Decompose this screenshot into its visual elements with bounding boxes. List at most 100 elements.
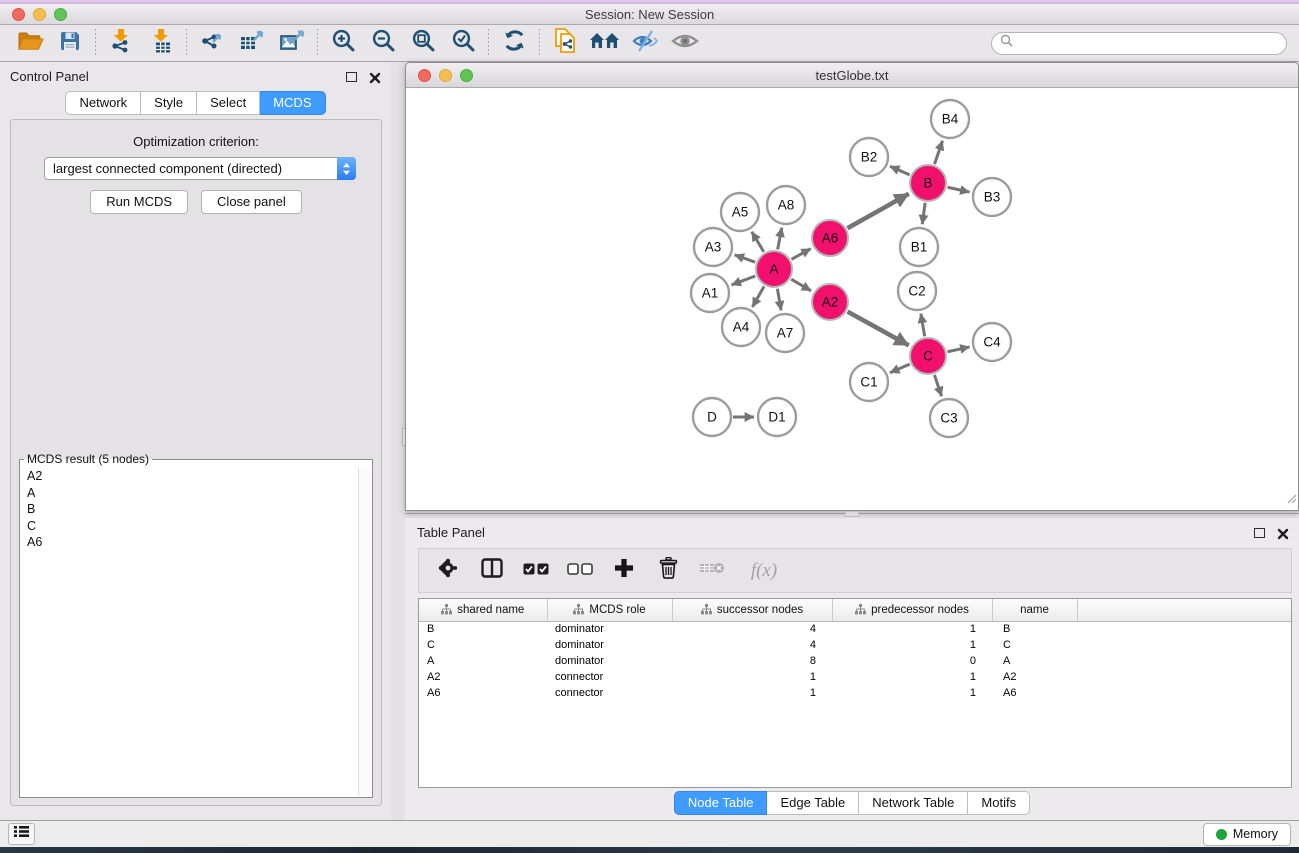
network-canvas[interactable]: B4B2BB3A5A8A6B1A3AA1C2A2A4A7C4CC1C3DD1 xyxy=(406,88,1298,510)
graph-edge-C-C1[interactable] xyxy=(890,364,910,373)
table-cell[interactable]: 1 xyxy=(832,621,992,637)
tab-network-table[interactable]: Network Table xyxy=(859,791,968,815)
import-table-button[interactable] xyxy=(141,28,181,59)
column-header[interactable]: name xyxy=(992,599,1077,621)
graph-node-C4[interactable]: C4 xyxy=(973,323,1011,361)
export-table-button[interactable] xyxy=(232,28,272,59)
graph-edge-A-A1[interactable] xyxy=(732,276,756,285)
toggle-column-button[interactable] xyxy=(477,556,507,586)
add-column-button[interactable] xyxy=(609,556,639,586)
graph-node-A8[interactable]: A8 xyxy=(767,186,805,224)
graph-edge-B-B2[interactable] xyxy=(890,166,910,175)
zoom-selected-button[interactable] xyxy=(443,28,483,59)
tab-select[interactable]: Select xyxy=(197,91,260,115)
graph-edge-A2-C[interactable] xyxy=(848,312,909,346)
network-graph[interactable]: B4B2BB3A5A8A6B1A3AA1C2A2A4A7C4CC1C3DD1 xyxy=(406,88,1298,510)
clone-network-button[interactable] xyxy=(545,28,585,59)
graph-edge-A-A3[interactable] xyxy=(735,255,756,262)
graph-edge-C-C3[interactable] xyxy=(934,375,941,396)
graph-edge-A-A6[interactable] xyxy=(791,249,810,260)
run-mcds-button[interactable]: Run MCDS xyxy=(90,190,188,214)
table-row[interactable]: A6connector11A6 xyxy=(419,685,1291,701)
table-cell[interactable]: B xyxy=(419,621,547,637)
graph-edge-C-C2[interactable] xyxy=(921,314,925,337)
graph-node-D1[interactable]: D1 xyxy=(758,398,796,436)
save-session-button[interactable] xyxy=(50,28,90,59)
graph-node-A4[interactable]: A4 xyxy=(722,308,760,346)
table-cell[interactable]: dominator xyxy=(547,653,672,669)
graph-node-C2[interactable]: C2 xyxy=(898,272,936,310)
column-header[interactable]: predecessor nodes xyxy=(832,599,992,621)
graph-edge-A-A8[interactable] xyxy=(778,228,782,250)
graph-edge-C-C4[interactable] xyxy=(948,347,970,352)
float-panel-icon[interactable] xyxy=(1254,528,1265,538)
deselect-all-button[interactable] xyxy=(565,556,595,586)
table-row[interactable]: Cdominator41C xyxy=(419,637,1291,653)
zoom-out-button[interactable] xyxy=(363,28,403,59)
table-row[interactable]: A2connector11A2 xyxy=(419,669,1291,685)
import-network-button[interactable] xyxy=(101,28,141,59)
function-builder-button[interactable]: f(x) xyxy=(741,556,787,586)
tab-edge-table[interactable]: Edge Table xyxy=(767,791,859,815)
graph-node-A[interactable]: A xyxy=(756,251,792,287)
table-cell[interactable]: A2 xyxy=(992,669,1077,685)
graph-node-D[interactable]: D xyxy=(693,398,731,436)
table-cell[interactable]: 4 xyxy=(672,637,832,653)
optimization-criterion-select[interactable]: largest connected component (directed) xyxy=(44,157,356,180)
graph-edge-B-B4[interactable] xyxy=(935,141,943,164)
graph-node-C[interactable]: C xyxy=(910,338,946,374)
horizontal-splitter[interactable] xyxy=(405,511,1299,518)
tab-mcds[interactable]: MCDS xyxy=(260,91,325,115)
table-settings-button[interactable] xyxy=(433,556,463,586)
table-cell[interactable]: B xyxy=(992,621,1077,637)
close-panel-icon[interactable] xyxy=(1277,527,1289,539)
window-resize-grip[interactable] xyxy=(1285,491,1297,509)
table-cell[interactable]: dominator xyxy=(547,637,672,653)
task-history-button[interactable] xyxy=(8,823,35,845)
mcds-result-item[interactable]: A xyxy=(21,485,357,502)
tab-style[interactable]: Style xyxy=(141,91,197,115)
mcds-result-item[interactable]: A6 xyxy=(21,534,357,551)
delete-column-button[interactable] xyxy=(653,556,683,586)
splitter-grip[interactable] xyxy=(845,511,859,517)
zoom-fit-button[interactable] xyxy=(403,28,443,59)
close-panel-button[interactable]: Close panel xyxy=(201,190,302,214)
select-all-button[interactable] xyxy=(521,556,551,586)
graph-edge-A6-B[interactable] xyxy=(847,194,908,228)
table-cell[interactable]: 1 xyxy=(832,685,992,701)
tab-network[interactable]: Network xyxy=(65,91,141,115)
table-cell[interactable]: 1 xyxy=(832,669,992,685)
table-cell[interactable]: 8 xyxy=(672,653,832,669)
zoom-in-button[interactable] xyxy=(323,28,363,59)
table-cell[interactable]: A2 xyxy=(419,669,547,685)
graph-node-A7[interactable]: A7 xyxy=(766,314,804,352)
table-cell[interactable]: C xyxy=(419,637,547,653)
table-cell[interactable]: 1 xyxy=(672,669,832,685)
graph-node-A6[interactable]: A6 xyxy=(812,220,848,256)
mcds-result-item[interactable]: A2 xyxy=(21,468,357,485)
graph-node-B4[interactable]: B4 xyxy=(931,100,969,138)
column-header[interactable]: MCDS role xyxy=(547,599,672,621)
graph-node-A2[interactable]: A2 xyxy=(812,284,848,320)
float-panel-icon[interactable] xyxy=(346,72,357,82)
graph-node-A5[interactable]: A5 xyxy=(721,193,759,231)
show-all-button[interactable] xyxy=(665,28,705,59)
table-cell[interactable]: A xyxy=(419,653,547,669)
graph-edge-A-A5[interactable] xyxy=(752,232,764,252)
column-header[interactable]: successor nodes xyxy=(672,599,832,621)
table-cell[interactable]: A6 xyxy=(419,685,547,701)
graph-node-B[interactable]: B xyxy=(910,165,946,201)
search-input[interactable] xyxy=(1018,36,1278,50)
graph-node-B3[interactable]: B3 xyxy=(973,178,1011,216)
open-session-button[interactable] xyxy=(10,28,50,59)
tab-motifs[interactable]: Motifs xyxy=(968,791,1030,815)
graph-edge-B-B3[interactable] xyxy=(948,187,970,192)
vertical-splitter[interactable] xyxy=(391,62,405,820)
mcds-result-item[interactable]: C xyxy=(21,518,357,535)
list-scrollbar[interactable] xyxy=(358,467,371,796)
tab-node-table[interactable]: Node Table xyxy=(674,791,768,815)
apply-layout-button[interactable] xyxy=(494,28,534,59)
graph-node-C1[interactable]: C1 xyxy=(850,363,888,401)
table-cell[interactable]: A xyxy=(992,653,1077,669)
table-cell[interactable]: 1 xyxy=(832,637,992,653)
